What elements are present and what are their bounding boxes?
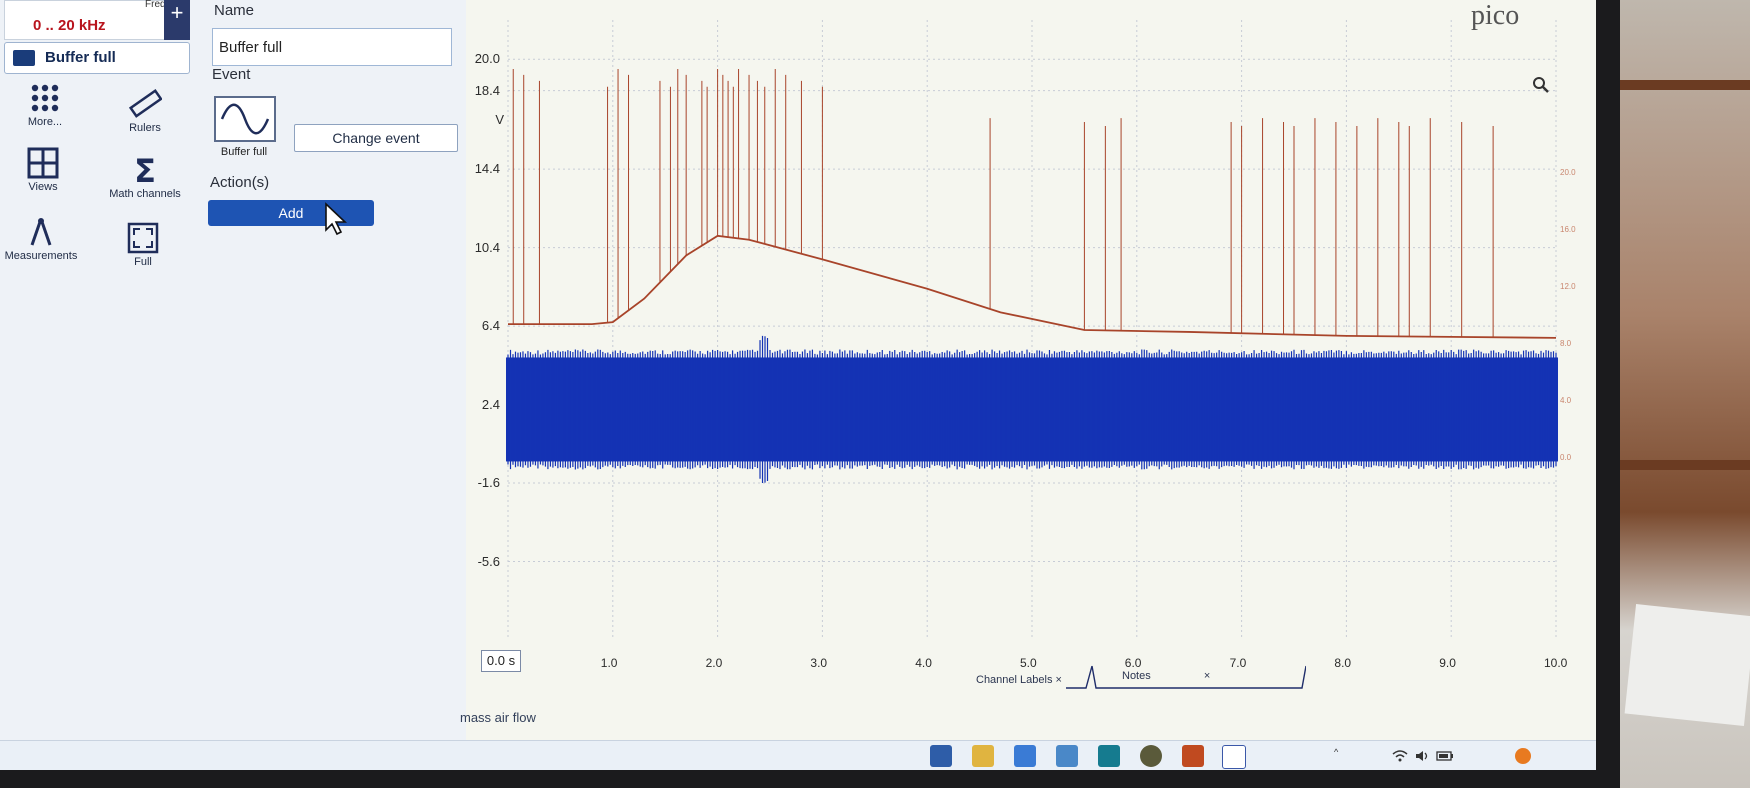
left-toolbar: Freq 0 .. 20 kHz + Buffer full More... R… xyxy=(0,0,197,770)
wifi-icon[interactable] xyxy=(1392,749,1408,763)
y-tick-label: -1.6 xyxy=(477,475,500,491)
y-tick-label: 14.4 xyxy=(474,161,500,177)
sine-wave-icon xyxy=(220,103,270,135)
right-axis-tick-label: 12.0 xyxy=(1560,282,1576,291)
trigger-properties-panel: Name Event Buffer full Change event Acti… xyxy=(196,0,468,770)
x-tick-label: 5.0 xyxy=(1020,656,1037,670)
rulers-button[interactable]: Rulers xyxy=(100,86,190,134)
app-grid-icon[interactable] xyxy=(1182,745,1204,767)
app-round-icon[interactable] xyxy=(1140,745,1162,767)
screen: Freq 0 .. 20 kHz + Buffer full More... R… xyxy=(0,0,1596,770)
actions-heading: Action(s) xyxy=(210,174,270,191)
taskbar: ^ xyxy=(0,740,1596,770)
freq-label: Freq xyxy=(145,0,166,10)
edge-icon[interactable] xyxy=(1056,745,1078,767)
y-unit-label: V xyxy=(495,112,504,127)
network-icon[interactable] xyxy=(930,745,952,767)
more-dots-icon xyxy=(31,84,59,112)
store-icon[interactable] xyxy=(1014,745,1036,767)
measurements-label: Measurements xyxy=(4,250,78,262)
channel-labels-text: Channel Labels xyxy=(976,674,1053,686)
change-event-button[interactable]: Change event xyxy=(294,124,458,152)
close-icon[interactable]: × xyxy=(1056,674,1062,686)
rulers-label: Rulers xyxy=(129,122,161,134)
folder-icon[interactable] xyxy=(972,745,994,767)
monitor-bezel-bottom xyxy=(0,770,1620,788)
y-tick-label: 10.4 xyxy=(474,239,500,255)
x-tick-label: 9.0 xyxy=(1439,656,1456,670)
scope-plot-area[interactable]: pico V 20.0 18.4 14.4 10.4 6.4 2.4 -1.6 -5.6 1.… xyxy=(460,0,1596,770)
notification-icon[interactable] xyxy=(1514,747,1532,765)
x-tick-label: 1.0 xyxy=(600,656,618,670)
zoom-icon[interactable] xyxy=(1532,76,1550,94)
fullscreen-icon xyxy=(127,222,159,254)
paper-sheet xyxy=(1624,604,1750,726)
full-label: Full xyxy=(134,256,152,268)
right-axis-tick-label: 16.0 xyxy=(1560,225,1576,234)
x-tick-label: 3.0 xyxy=(810,656,828,670)
views-label: Views xyxy=(28,181,58,193)
more-button[interactable]: More... xyxy=(0,80,90,128)
sigma-icon: Σ xyxy=(134,153,156,187)
volume-icon[interactable] xyxy=(1414,749,1430,763)
name-heading: Name xyxy=(214,2,255,19)
clapperboard-icon xyxy=(13,50,35,66)
y-tick-label: 18.4 xyxy=(474,82,500,98)
tab-channel-labels[interactable]: Channel Labels × xyxy=(976,674,1062,686)
frequency-range-box[interactable]: Freq 0 .. 20 kHz xyxy=(4,0,166,40)
time-start-field[interactable]: 0.0 s xyxy=(481,650,521,672)
room-background xyxy=(1620,0,1750,788)
y-tick-label: 2.4 xyxy=(481,396,500,412)
scope-graph[interactable] xyxy=(466,0,1596,740)
x-tick-label: 4.0 xyxy=(915,656,932,670)
ruler-icon xyxy=(128,88,162,118)
measurements-button[interactable]: Measurements xyxy=(0,214,86,262)
full-screen-button[interactable]: Full xyxy=(98,220,188,268)
buffer-full-selector[interactable]: Buffer full xyxy=(4,42,190,74)
math-channels-label: Math channels xyxy=(109,188,181,200)
shelf xyxy=(1620,460,1750,470)
right-axis-tick-label: 20.0 xyxy=(1560,168,1576,177)
views-button[interactable]: Views xyxy=(0,145,88,193)
right-axis-tick-label: 8.0 xyxy=(1560,339,1572,348)
picoscope-icon[interactable] xyxy=(1222,745,1246,769)
y-tick-label: -5.6 xyxy=(477,553,500,569)
svg-text:Σ: Σ xyxy=(134,153,156,187)
math-channels-button[interactable]: Σ Math channels xyxy=(100,152,190,200)
event-sine-button[interactable] xyxy=(214,96,276,142)
y-tick-label: 6.4 xyxy=(481,318,500,334)
right-axis-tick-label: 0.0 xyxy=(1560,453,1572,462)
shelf xyxy=(1620,80,1750,90)
buffer-full-label: Buffer full xyxy=(45,49,116,66)
freq-value: 0 .. 20 kHz xyxy=(33,17,106,34)
x-tick-label: 8.0 xyxy=(1334,656,1352,670)
chevron-up-icon[interactable]: ^ xyxy=(1334,747,1338,757)
event-heading: Event xyxy=(212,66,251,83)
channel-a-noise xyxy=(507,335,1557,484)
battery-icon[interactable] xyxy=(1436,749,1454,763)
views-grid-icon xyxy=(27,147,59,179)
monitor-bezel xyxy=(1596,0,1620,788)
event-caption: Buffer full xyxy=(220,146,268,158)
app-icon[interactable] xyxy=(1098,745,1120,767)
pico-logo: pico xyxy=(1471,0,1520,31)
x-tick-label: 10.0 xyxy=(1544,656,1568,670)
right-axis-tick-label: 4.0 xyxy=(1560,396,1572,405)
tab-outline xyxy=(1066,665,1306,689)
x-tick-label: 2.0 xyxy=(705,656,723,670)
trace-label: mass air flow xyxy=(460,710,536,725)
name-field[interactable] xyxy=(212,28,452,66)
y-tick-label: 20.0 xyxy=(474,51,500,67)
mouse-cursor-icon xyxy=(325,202,348,236)
more-label: More... xyxy=(27,116,63,128)
add-channel-button[interactable]: + xyxy=(164,0,190,40)
caliper-icon xyxy=(30,218,52,246)
